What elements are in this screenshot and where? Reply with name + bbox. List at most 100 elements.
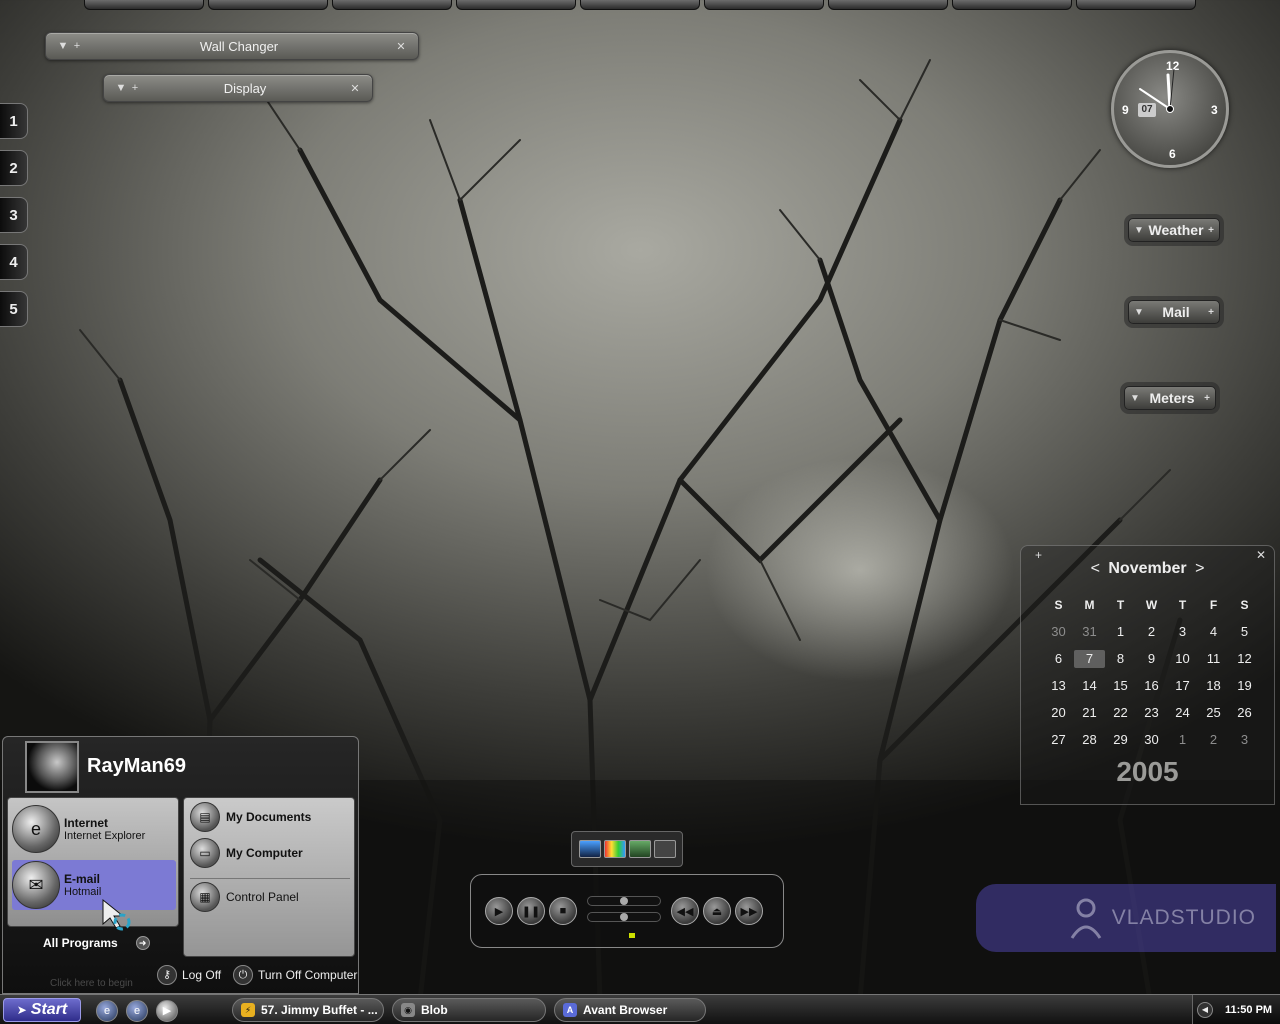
all-programs-button[interactable]: All Programs ➜ — [43, 936, 150, 950]
calendar-day[interactable]: 17 — [1167, 677, 1198, 695]
calendar-day[interactable]: 6 — [1043, 650, 1074, 668]
top-dock-tab[interactable] — [208, 0, 328, 10]
calendar-day[interactable]: 10 — [1167, 650, 1198, 668]
monitor-icon[interactable] — [628, 840, 651, 858]
calendar-day[interactable]: 30 — [1043, 623, 1074, 641]
calendar-day[interactable]: 26 — [1229, 704, 1260, 722]
mail-widget[interactable]: ▼ Mail + — [1128, 300, 1220, 324]
top-dock-tab[interactable] — [332, 0, 452, 10]
meters-widget[interactable]: ▼ Meters + — [1124, 386, 1216, 410]
chevron-left-icon[interactable]: ◀ — [1197, 1002, 1213, 1018]
collapse-icon[interactable]: ▼ — [114, 82, 128, 94]
volume-knob[interactable] — [620, 913, 628, 921]
add-icon[interactable]: + — [128, 82, 142, 94]
top-dock-tab[interactable] — [1076, 0, 1196, 10]
internet-item[interactable]: e Internet Internet Explorer — [12, 804, 176, 854]
chevron-down-icon[interactable]: ▼ — [1130, 393, 1140, 404]
calendar-day[interactable]: 25 — [1198, 704, 1229, 722]
weather-widget[interactable]: ▼ Weather + — [1128, 218, 1220, 242]
taskbar-item-avant-browser[interactable]: A Avant Browser — [554, 998, 706, 1022]
my-documents-item[interactable]: ▤ My Documents — [190, 802, 311, 832]
color-icon[interactable] — [603, 840, 626, 858]
seek-knob[interactable] — [620, 897, 628, 905]
camera-icon[interactable] — [653, 840, 676, 858]
desktop-icon[interactable] — [578, 840, 601, 858]
start-button[interactable]: ➤ Start — [3, 998, 81, 1022]
calendar-day[interactable]: 15 — [1105, 677, 1136, 695]
add-icon[interactable]: + — [1208, 225, 1214, 236]
calendar-day[interactable]: 8 — [1105, 650, 1136, 668]
play-icon[interactable]: ▶ — [485, 897, 513, 925]
avatar[interactable] — [25, 741, 79, 793]
calendar-day[interactable]: 2 — [1198, 731, 1229, 749]
calendar-day[interactable]: 13 — [1043, 677, 1074, 695]
top-dock-tab[interactable] — [84, 0, 204, 10]
add-icon[interactable]: + — [1204, 393, 1210, 404]
calendar-day[interactable]: 18 — [1198, 677, 1229, 695]
close-icon[interactable]: ✕ — [348, 82, 362, 95]
calendar-day[interactable]: 20 — [1043, 704, 1074, 722]
calendar-day[interactable]: 9 — [1136, 650, 1167, 668]
log-off-button[interactable]: ⚷ Log Off — [157, 965, 221, 985]
top-dock-tab[interactable] — [580, 0, 700, 10]
top-dock-tab[interactable] — [456, 0, 576, 10]
collapse-icon[interactable]: ▼ — [56, 40, 70, 52]
calendar-day[interactable]: 23 — [1136, 704, 1167, 722]
my-computer-item[interactable]: ▭ My Computer — [190, 838, 303, 868]
calendar-day[interactable]: 30 — [1136, 731, 1167, 749]
add-icon[interactable]: + — [70, 40, 84, 52]
calendar-day[interactable]: 29 — [1105, 731, 1136, 749]
calendar-day[interactable]: 27 — [1043, 731, 1074, 749]
desktop-3-button[interactable]: 3 — [0, 197, 28, 233]
forward-icon[interactable]: ▶▶ — [735, 897, 763, 925]
calendar-day[interactable]: 7 — [1074, 650, 1105, 668]
calendar-day[interactable]: 22 — [1105, 704, 1136, 722]
volume-seek-display[interactable] — [587, 894, 661, 928]
top-dock-tab[interactable] — [952, 0, 1072, 10]
calendar-day[interactable]: 28 — [1074, 731, 1105, 749]
calendar-day[interactable]: 3 — [1229, 731, 1260, 749]
calendar-day[interactable]: 12 — [1229, 650, 1260, 668]
rewind-icon[interactable]: ◀◀ — [671, 897, 699, 925]
close-icon[interactable]: ✕ — [394, 40, 408, 53]
display-widget[interactable]: ▼ + Display ✕ — [103, 74, 373, 102]
top-dock-tab[interactable] — [828, 0, 948, 10]
calendar-day[interactable]: 1 — [1167, 731, 1198, 749]
control-panel-item[interactable]: ▦ Control Panel — [190, 882, 299, 912]
turn-off-button[interactable]: ⏻ Turn Off Computer — [233, 965, 357, 985]
calendar-day[interactable]: 4 — [1198, 623, 1229, 641]
desktop-4-button[interactable]: 4 — [0, 244, 28, 280]
chevron-down-icon[interactable]: ▼ — [1134, 225, 1144, 236]
add-icon[interactable]: + — [1208, 307, 1214, 318]
tray-clock[interactable]: 11:50 PM — [1225, 1004, 1272, 1016]
calendar-day[interactable]: 14 — [1074, 677, 1105, 695]
wall-changer-widget[interactable]: ▼ + Wall Changer ✕ — [45, 32, 419, 60]
taskbar-item-winamp[interactable]: ⚡ 57. Jimmy Buffet - ... — [232, 998, 384, 1022]
eject-icon[interactable]: ⏏ — [703, 897, 731, 925]
analog-clock-widget[interactable]: 12 3 6 9 07 — [1111, 50, 1229, 168]
desktop-1-button[interactable]: 1 — [0, 103, 28, 139]
calendar-prev-button[interactable]: < — [1087, 560, 1104, 577]
calendar-day[interactable]: 19 — [1229, 677, 1260, 695]
media-quicklaunch-icon[interactable]: ▶ — [156, 1000, 178, 1022]
browser-quicklaunch-icon[interactable]: e — [126, 1000, 148, 1022]
desktop-2-button[interactable]: 2 — [0, 150, 28, 186]
chevron-down-icon[interactable]: ▼ — [1134, 307, 1144, 318]
calendar-day[interactable]: 31 — [1074, 623, 1105, 641]
calendar-day[interactable]: 21 — [1074, 704, 1105, 722]
calendar-day[interactable]: 5 — [1229, 623, 1260, 641]
calendar-day[interactable]: 1 — [1105, 623, 1136, 641]
calendar-next-button[interactable]: > — [1191, 560, 1208, 577]
calendar-day[interactable]: 16 — [1136, 677, 1167, 695]
calendar-day[interactable]: 2 — [1136, 623, 1167, 641]
desktop-5-button[interactable]: 5 — [0, 291, 28, 327]
pause-icon[interactable]: ❚❚ — [517, 897, 545, 925]
taskbar-item-blob[interactable]: ◉ Blob — [392, 998, 546, 1022]
top-dock-tab[interactable] — [704, 0, 824, 10]
email-item[interactable]: ✉ E-mail Hotmail — [12, 860, 176, 910]
calendar-day[interactable]: 11 — [1198, 650, 1229, 668]
ie-quicklaunch-icon[interactable]: e — [96, 1000, 118, 1022]
stop-icon[interactable]: ■ — [549, 897, 577, 925]
calendar-day[interactable]: 24 — [1167, 704, 1198, 722]
calendar-day[interactable]: 3 — [1167, 623, 1198, 641]
